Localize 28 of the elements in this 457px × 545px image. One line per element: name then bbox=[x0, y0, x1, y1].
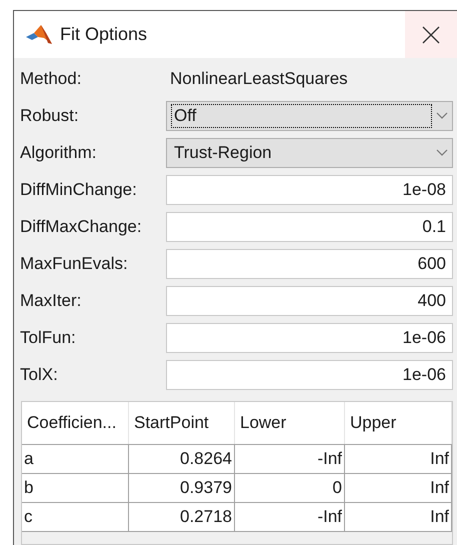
option-input[interactable]: 1e-06 bbox=[166, 360, 453, 390]
option-label: Method: bbox=[20, 68, 82, 90]
caret-icon bbox=[436, 148, 448, 156]
caret-icon bbox=[436, 112, 448, 120]
table-cell: 0.2718 bbox=[129, 503, 235, 531]
option-input[interactable]: 0.1 bbox=[166, 212, 453, 242]
app-logo-icon bbox=[26, 24, 52, 46]
option-input[interactable]: 1e-08 bbox=[166, 174, 453, 204]
close-button[interactable] bbox=[405, 11, 457, 58]
option-label: TolFun: bbox=[20, 326, 77, 349]
option-label: TolX: bbox=[20, 364, 59, 386]
option-label: MaxIter: bbox=[20, 290, 82, 312]
option-label: DiffMinChange: bbox=[20, 178, 138, 201]
option-label: DiffMaxChange: bbox=[20, 216, 143, 238]
window-title: Fit Options bbox=[60, 23, 148, 46]
option-input[interactable]: 600 bbox=[166, 248, 453, 278]
option-input[interactable]: 400 bbox=[166, 286, 453, 316]
option-label: MaxFunEvals: bbox=[20, 252, 129, 275]
table-cell: Inf bbox=[345, 503, 452, 531]
table-cell: -Inf bbox=[235, 503, 345, 531]
option-label: Algorithm: bbox=[20, 142, 98, 164]
option-input[interactable]: 1e-06 bbox=[166, 322, 453, 352]
option-dropdown[interactable]: Trust-Region bbox=[166, 138, 453, 168]
option-label: Robust: bbox=[20, 104, 80, 127]
table-cell: c bbox=[22, 503, 129, 531]
option-value: NonlinearLeastSquares bbox=[169, 68, 349, 88]
close-icon bbox=[422, 26, 440, 44]
option-dropdown[interactable]: Off bbox=[166, 100, 453, 130]
